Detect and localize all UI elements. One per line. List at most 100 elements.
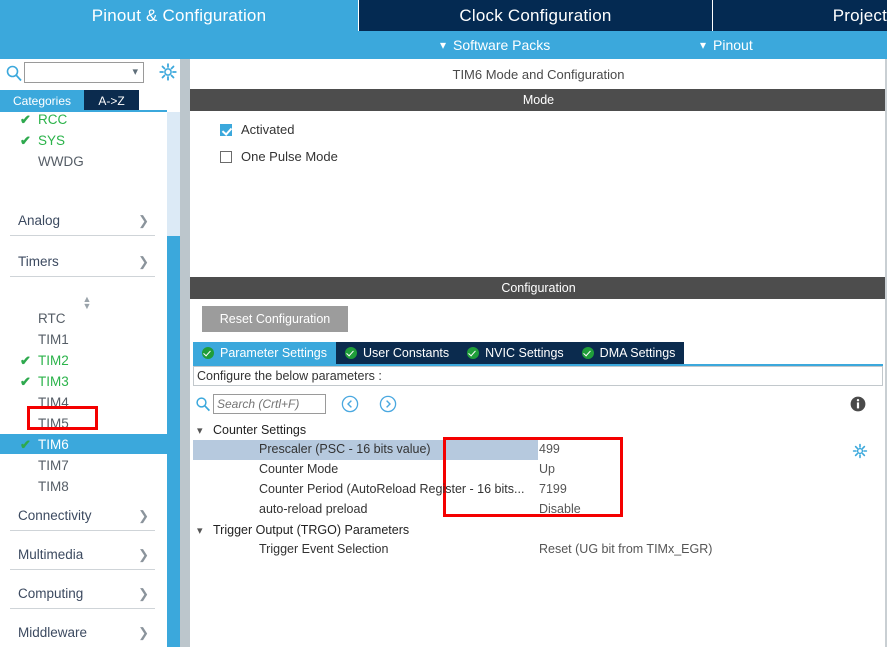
- tree-item-tim4[interactable]: TIM4: [0, 392, 167, 412]
- checkbox-one-pulse-mode-label: One Pulse Mode: [241, 149, 338, 164]
- param-row-counter-period[interactable]: Counter Period (AutoReload Register - 16…: [193, 480, 883, 500]
- ip-search-input[interactable]: [25, 64, 129, 81]
- check-circle-icon: [582, 347, 594, 359]
- group-multimedia[interactable]: Multimedia ❯: [10, 544, 155, 570]
- tab-dma-settings-label: DMA Settings: [600, 346, 676, 360]
- cubemx-window: Pinout & Configuration Clock Configurati…: [0, 0, 887, 647]
- chevron-down-icon[interactable]: ▾: [132, 67, 138, 78]
- param-row-trigger-event-selection[interactable]: Trigger Event Selection Reset (UG bit fr…: [193, 540, 883, 560]
- reset-configuration-button[interactable]: Reset Configuration: [202, 306, 348, 332]
- tree-item-sys[interactable]: ✔ SYS: [0, 130, 167, 150]
- param-row-auto-reload-preload[interactable]: auto-reload preload Disable: [193, 500, 883, 520]
- tree-item-tim5[interactable]: TIM5: [0, 413, 167, 433]
- param-group-trgo[interactable]: ▾ Trigger Output (TRGO) Parameters: [193, 520, 883, 540]
- tab-clock-configuration[interactable]: Clock Configuration: [358, 0, 712, 31]
- menu-pinout[interactable]: ▾ Pinout: [700, 31, 753, 59]
- tab-parameter-settings[interactable]: Parameter Settings: [193, 342, 336, 364]
- tab-pinout-configuration-label: Pinout & Configuration: [92, 6, 267, 26]
- param-row-prescaler-value[interactable]: 499: [539, 442, 560, 456]
- tree-item-tim3-label: TIM3: [38, 374, 69, 389]
- chevron-left-circle-icon[interactable]: [341, 395, 359, 413]
- chevron-down-icon: ▾: [197, 424, 211, 437]
- tree-item-rcc[interactable]: ✔ RCC: [0, 112, 167, 129]
- param-row-trigger-event-selection-value[interactable]: Reset (UG bit from TIMx_EGR): [539, 542, 712, 556]
- tree-item-tim8-label: TIM8: [38, 479, 69, 494]
- sidebar-scrollbar-thumb[interactable]: [167, 236, 180, 647]
- gear-icon[interactable]: [158, 62, 178, 82]
- configure-hint-label: Configure the below parameters :: [197, 369, 382, 383]
- tree-item-sys-label: SYS: [38, 133, 65, 148]
- chevron-right-icon: ❯: [138, 508, 149, 524]
- tree-scroll-spinner[interactable]: ▲▼: [80, 296, 94, 310]
- group-middleware-label: Middleware: [18, 625, 87, 640]
- group-timers-label: Timers: [18, 254, 59, 269]
- tree-item-tim6[interactable]: ✔ TIM6: [0, 434, 167, 454]
- checkbox-activated-label: Activated: [241, 122, 294, 137]
- checkbox-activated[interactable]: [220, 124, 232, 136]
- group-middleware[interactable]: Middleware ❯: [10, 622, 155, 647]
- tab-parameter-settings-label: Parameter Settings: [220, 346, 327, 360]
- tab-a-to-z-label: A->Z: [98, 94, 124, 108]
- group-analog[interactable]: Analog ❯: [10, 210, 155, 236]
- chevron-right-icon: ❯: [138, 625, 149, 641]
- check-icon: ✔: [20, 134, 34, 147]
- param-row-counter-mode[interactable]: Counter Mode Up: [193, 460, 883, 480]
- parameter-find-row: [193, 392, 883, 418]
- group-connectivity[interactable]: Connectivity ❯: [10, 505, 155, 531]
- ip-search-combo[interactable]: ▾: [24, 62, 144, 83]
- param-group-trgo-label: Trigger Output (TRGO) Parameters: [213, 523, 409, 537]
- checkbox-activated-row[interactable]: Activated: [220, 122, 294, 137]
- check-icon: ✔: [20, 354, 34, 367]
- parameter-search-input[interactable]: [213, 394, 326, 414]
- tab-pinout-configuration[interactable]: Pinout & Configuration: [0, 0, 358, 31]
- configure-hint: Configure the below parameters :: [193, 366, 883, 386]
- tab-nvic-settings[interactable]: NVIC Settings: [458, 342, 573, 364]
- chevron-down-icon: ▾: [700, 39, 706, 51]
- tree-item-rtc[interactable]: RTC: [0, 308, 167, 328]
- group-computing[interactable]: Computing ❯: [10, 583, 155, 609]
- tree-item-tim2[interactable]: ✔ TIM2: [0, 350, 167, 370]
- chevron-right-icon: ❯: [138, 586, 149, 602]
- group-computing-label: Computing: [18, 586, 83, 601]
- param-row-prescaler[interactable]: Prescaler (PSC - 16 bits value) 499: [193, 440, 883, 460]
- tab-a-to-z[interactable]: A->Z: [84, 90, 139, 112]
- checkbox-one-pulse-mode-row[interactable]: One Pulse Mode: [220, 149, 338, 164]
- param-row-counter-period-name: Counter Period (AutoReload Register - 16…: [259, 482, 524, 496]
- tree-item-tim7[interactable]: TIM7: [0, 455, 167, 475]
- tab-user-constants[interactable]: User Constants: [336, 342, 458, 364]
- tree-item-tim4-label: TIM4: [38, 395, 69, 410]
- group-timers[interactable]: Timers ❯: [10, 251, 155, 277]
- checkbox-one-pulse-mode[interactable]: [220, 151, 232, 163]
- page-title-label: TIM6 Mode and Configuration: [453, 67, 625, 82]
- param-row-trigger-event-selection-name: Trigger Event Selection: [259, 542, 388, 556]
- divider: [10, 569, 155, 570]
- tree-item-tim8[interactable]: TIM8: [0, 476, 167, 496]
- param-row-counter-mode-value[interactable]: Up: [539, 462, 555, 476]
- param-group-counter-settings[interactable]: ▾ Counter Settings: [193, 420, 883, 440]
- divider: [10, 608, 155, 609]
- tree-item-tim3[interactable]: ✔ TIM3: [0, 371, 167, 391]
- tab-dma-settings[interactable]: DMA Settings: [573, 342, 685, 364]
- chevron-right-circle-icon[interactable]: [379, 395, 397, 413]
- configuration-section-header: Configuration: [190, 277, 887, 299]
- info-icon[interactable]: [849, 395, 867, 413]
- tree-item-tim1[interactable]: TIM1: [0, 329, 167, 349]
- mode-section-body: [190, 111, 887, 271]
- sidebar-category-tabs: Categories A->Z: [0, 90, 182, 112]
- param-row-counter-period-value[interactable]: 7199: [539, 482, 567, 496]
- parameter-tree: ▾ Counter Settings Prescaler (PSC - 16 b…: [193, 420, 883, 580]
- chevron-right-icon: ❯: [138, 547, 149, 563]
- tab-project[interactable]: Project: [712, 0, 887, 31]
- param-row-auto-reload-preload-name: auto-reload preload: [259, 502, 367, 516]
- divider: [10, 235, 155, 236]
- tree-item-wwdg[interactable]: WWDG: [0, 151, 167, 171]
- tab-categories[interactable]: Categories: [0, 90, 84, 112]
- configuration-sub-tabs: Parameter Settings User Constants NVIC S…: [193, 342, 684, 364]
- menu-software-packs[interactable]: ▾ Software Packs: [440, 31, 550, 59]
- tree-item-tim5-label: TIM5: [38, 416, 69, 431]
- tree-item-tim2-label: TIM2: [38, 353, 69, 368]
- group-multimedia-label: Multimedia: [18, 547, 83, 562]
- param-row-auto-reload-preload-value[interactable]: Disable: [539, 502, 581, 516]
- gear-icon[interactable]: [852, 443, 868, 459]
- check-circle-icon: [202, 347, 214, 359]
